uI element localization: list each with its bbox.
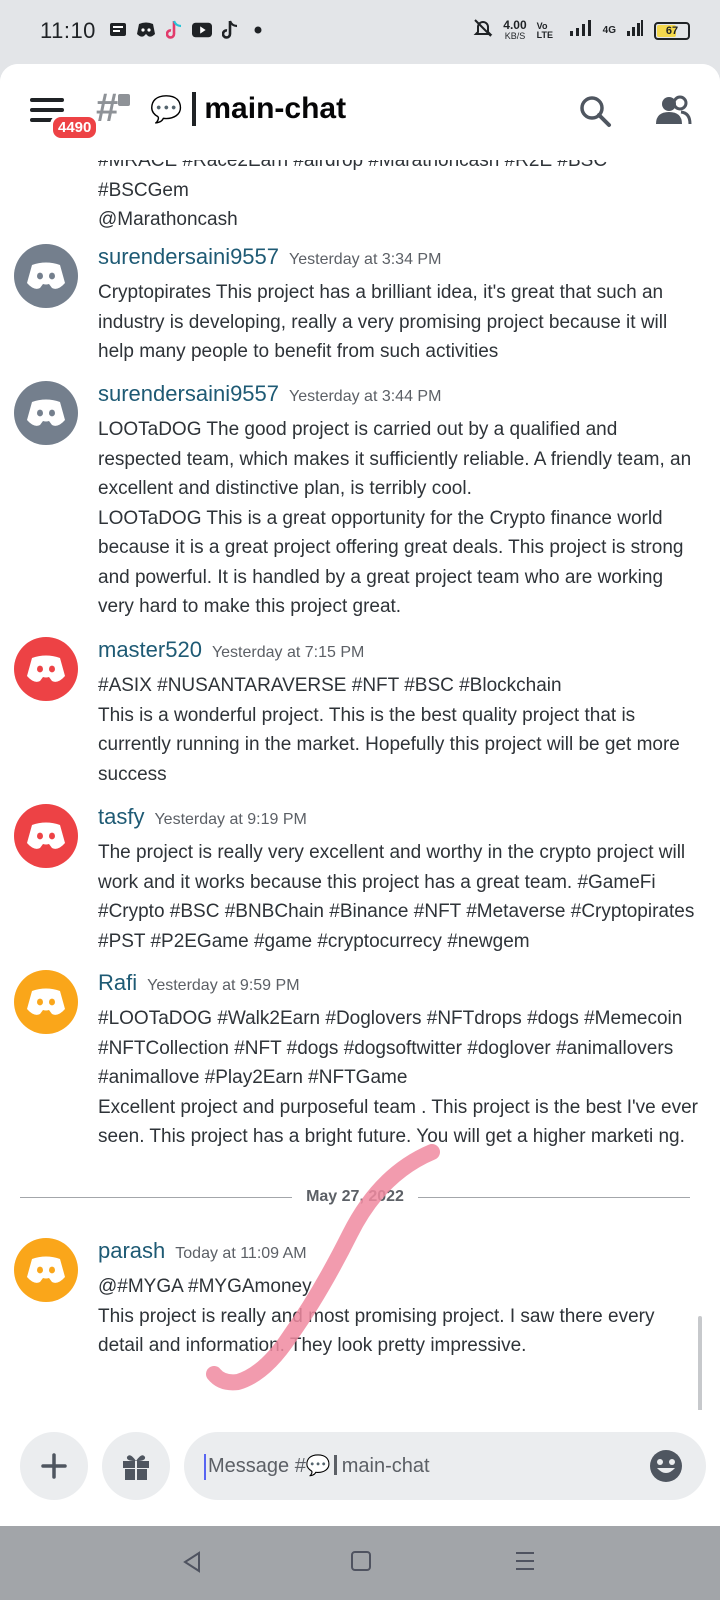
divider-line [20,1196,293,1198]
username[interactable]: surendersaini9557 [98,381,279,407]
timestamp: Yesterday at 9:59 PM [147,977,300,994]
status-bar: 11:10 4.00 KB/S Vo LTE 4G 67 [0,0,720,64]
channel-header: 4490 # 💬 main-chat [0,64,720,160]
recents-icon[interactable] [514,1550,536,1577]
channel-name: main-chat [204,92,347,125]
battery-icon: 67 [654,21,690,40]
youtube-icon [192,20,212,40]
avatar[interactable] [14,804,78,868]
timestamp: Today at 11:09 AM [175,1245,307,1262]
members-icon[interactable] [654,94,692,133]
timestamp: Yesterday at 9:19 PM [154,811,307,828]
back-icon[interactable] [180,1550,204,1579]
search-icon[interactable] [578,94,612,133]
message-composer: Message #💬 main-chat [0,1410,720,1526]
username[interactable]: tasfy [98,804,144,830]
discord-avatar-icon [27,655,65,682]
divider-date: May 27, 2022 [306,1188,404,1205]
message-text: #ASIX #NUSANTARAVERSE #NFT #BSC #Blockch… [98,675,562,696]
username[interactable]: master520 [98,637,202,663]
chat-panel: 4490 # 💬 main-chat #MRACE #Race2Earn #ai… [0,64,720,1526]
dot-icon [248,20,268,40]
message-icon [108,20,128,40]
message-content: Cryptopirates This project has a brillia… [98,278,698,367]
message-text: The project is really very excellent and… [98,842,695,952]
locked-channel-icon: # [96,86,119,130]
unread-badge: 4490 [50,114,100,141]
avatar[interactable] [14,970,78,1034]
message-content: @#MYGA #MYGAmoney This project is really… [98,1272,698,1361]
message-content: #LOOTaDOG #Walk2Earn #Doglovers #NFTdrop… [98,1004,698,1152]
system-nav-bar [0,1526,720,1600]
username[interactable]: Rafi [98,970,137,996]
net-speed: 4.00 KB/S [503,17,527,41]
volte-label: Vo LTE [536,20,553,40]
separator-bar [192,92,197,126]
message-content: #ASIX #NUSANTARAVERSE #NFT #BSC #Blockch… [98,671,698,789]
discord-avatar-icon [27,988,65,1015]
message-text: This is a wonderful project. This is the… [98,704,680,785]
message-input[interactable]: Message #💬 main-chat [184,1432,706,1500]
system-icons: 4.00 KB/S Vo LTE 4G 67 [473,18,690,43]
avatar[interactable] [14,637,78,701]
signal-4g-label: 4G [602,25,616,36]
username[interactable]: surendersaini9557 [98,244,279,270]
plus-icon [41,1453,67,1479]
tiktok-icon [164,20,184,40]
message-text: Excellent project and purposeful team . … [98,1096,698,1148]
message-feed: #MRACE #Race2Earn #airdrop #Marathoncash… [0,146,720,1456]
message-text: @#MYGA #MYGAmoney [98,1276,312,1297]
avatar[interactable] [14,1238,78,1302]
gift-icon [123,1455,149,1480]
message-line: #BSCGem [98,179,189,201]
message-text: Cryptopirates This project has a brillia… [98,282,668,362]
mute-icon [473,18,493,43]
text-caret [204,1454,206,1480]
discord-avatar-icon [27,262,65,289]
divider-line [417,1196,691,1198]
signal-icon [626,19,644,42]
message-text: LOOTaDOG The good project is carried out… [98,419,692,499]
discord-avatar-icon [27,1256,65,1283]
speech-bubble-icon: 💬 [150,93,183,124]
lock-icon [118,94,130,106]
discord-icon [136,20,156,40]
tiktok-icon [220,20,240,40]
message-line: @Marathoncash [98,209,238,230]
discord-avatar-icon [27,399,65,426]
message-content: The project is really very excellent and… [98,838,698,956]
gift-button[interactable] [102,1432,170,1500]
message-placeholder: Message #💬 main-chat [208,1455,430,1477]
message-text: #LOOTaDOG #Walk2Earn #Doglovers #NFTdrop… [98,1008,683,1088]
notification-icons [108,20,268,40]
timestamp: Yesterday at 3:34 PM [289,251,442,268]
avatar[interactable] [14,381,78,445]
timestamp: Yesterday at 3:44 PM [289,388,442,405]
message-text: This project is really and most promisin… [98,1305,655,1357]
avatar[interactable] [14,244,78,308]
date-divider: May 27, 2022 [20,1188,691,1206]
username[interactable]: parash [98,1238,165,1264]
message-text: LOOTaDOG This is a great opportunity for… [98,507,684,618]
channel-title[interactable]: 💬 main-chat [150,92,346,126]
message-content: LOOTaDOG The good project is carried out… [98,415,698,622]
home-icon[interactable] [350,1550,372,1577]
discord-avatar-icon [27,822,65,849]
signal-icon [569,19,593,42]
status-time: 11:10 [40,18,96,43]
timestamp: Yesterday at 7:15 PM [211,644,365,661]
emoji-icon[interactable] [648,1448,684,1489]
add-attachment-button[interactable] [20,1432,88,1500]
